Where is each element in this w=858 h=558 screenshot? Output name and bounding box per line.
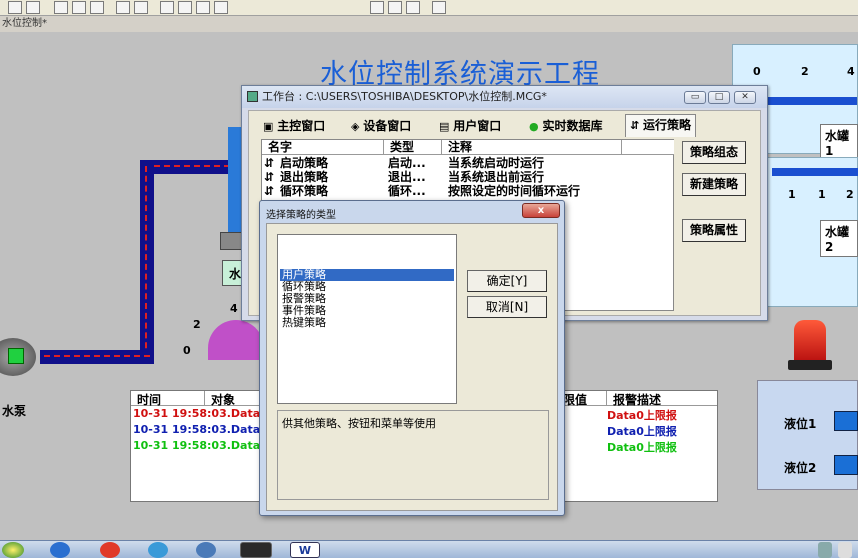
- dial-tick: 4: [230, 302, 238, 315]
- ok-button[interactable]: 确定[Y]: [467, 270, 547, 292]
- preview-icon[interactable]: [26, 1, 40, 14]
- alarm-lamp-icon: [794, 320, 826, 362]
- browser-icon[interactable]: [196, 542, 216, 558]
- cancel-button[interactable]: 取消[N]: [467, 296, 547, 318]
- gauge-tick: 1: [818, 188, 826, 201]
- dialog-close-button[interactable]: x: [522, 203, 560, 218]
- tab-main-window[interactable]: ▣ 主控窗口: [259, 116, 329, 136]
- alarm-row-desc: Data0上限报: [607, 441, 677, 454]
- alarm-row-desc: Data0上限报: [607, 409, 677, 422]
- alarm-row-time: 10-31 19:58:03.Data0: [133, 407, 268, 420]
- pump-icon[interactable]: [0, 332, 44, 380]
- tank1-label: 水罐1: [820, 124, 858, 161]
- strategy-icon: ⇵: [264, 170, 275, 184]
- level1-label: 液位1: [784, 417, 817, 431]
- list-icon[interactable]: [196, 1, 210, 14]
- app-icon: [247, 91, 258, 102]
- workbench-title: 工作台 : C:\USERS\TOSHIBA\DESKTOP\水位控制.MCG*: [262, 90, 547, 103]
- level-bar: [772, 168, 858, 176]
- app-icon[interactable]: [148, 542, 168, 558]
- grid-icon[interactable]: [214, 1, 228, 14]
- close-button[interactable]: ✕: [734, 91, 756, 104]
- tray-icon[interactable]: [838, 542, 852, 558]
- level2-label: 液位2: [784, 461, 817, 475]
- dialog-body: 用户策略 循环策略 报警策略 事件策略 热键策略 确定[Y] 取消[N] 供其他…: [266, 223, 558, 511]
- check-icon[interactable]: [388, 1, 402, 14]
- level1-input[interactable]: [834, 411, 858, 431]
- gauge-tick: 2: [801, 65, 809, 78]
- table-icon[interactable]: [406, 1, 420, 14]
- search-app-icon[interactable]: [50, 542, 70, 558]
- undo-icon[interactable]: [116, 1, 130, 14]
- document-tab[interactable]: 水位控制*: [0, 16, 858, 32]
- alarm-row-time: 10-31 19:58:03.Data0: [133, 423, 268, 436]
- level-panel: 液位1 液位2: [757, 380, 858, 490]
- media-player-icon[interactable]: [100, 542, 120, 558]
- print-icon[interactable]: [8, 1, 22, 14]
- word-icon[interactable]: W: [290, 542, 320, 558]
- toolbar: [0, 0, 858, 16]
- strategy-icon: ⇵: [630, 119, 644, 132]
- alarm-row-time: 10-31 19:58:03.Data0: [133, 439, 268, 452]
- col-note[interactable]: 注释: [442, 140, 622, 155]
- gauge-tick: 0: [753, 65, 761, 78]
- taskbar: W: [0, 540, 858, 558]
- cut-icon[interactable]: [54, 1, 68, 14]
- tab-user-window[interactable]: ▤ 用户窗口: [435, 116, 505, 136]
- strategy-properties-button[interactable]: 策略属性: [682, 219, 746, 242]
- list-item[interactable]: 热键策略: [280, 317, 454, 329]
- lamp-base: [788, 360, 832, 370]
- tray-icon[interactable]: [818, 542, 832, 558]
- align-icon[interactable]: [160, 1, 174, 14]
- col-name[interactable]: 名字: [262, 140, 384, 155]
- dial-tick: 0: [183, 344, 191, 357]
- tab-device-window[interactable]: ◈ 设备窗口: [347, 116, 415, 136]
- tank2-label: 水罐2: [820, 220, 858, 257]
- mcgs-app-icon[interactable]: [240, 542, 272, 558]
- strategy-config-button[interactable]: 策略组态: [682, 141, 746, 164]
- dialog-title: 选择策略的类型: [266, 210, 336, 221]
- database-icon: ●: [529, 120, 543, 133]
- tab-realtime-db[interactable]: ● 实时数据库: [525, 116, 606, 136]
- dial-gauge: [208, 320, 264, 360]
- col-blank: [622, 140, 674, 155]
- strategy-description: 供其他策略、按钮和菜单等使用: [277, 410, 549, 500]
- level2-input[interactable]: [834, 455, 858, 475]
- col-type[interactable]: 类型: [384, 140, 442, 155]
- pipe-bottom: [40, 350, 154, 364]
- user-window-icon: ▤: [439, 120, 454, 133]
- minimize-button[interactable]: ▭: [684, 91, 706, 104]
- start-button-icon[interactable]: [2, 542, 24, 558]
- redo-icon[interactable]: [134, 1, 148, 14]
- strategy-icon: ⇵: [264, 184, 275, 198]
- maximize-button[interactable]: □: [708, 91, 730, 104]
- copy-icon[interactable]: [72, 1, 86, 14]
- tab-run-strategy[interactable]: ⇵ 运行策略: [625, 114, 697, 137]
- alarm-col-time: 时间: [131, 391, 205, 407]
- strategy-type-dialog: 选择策略的类型 x 用户策略 循环策略 报警策略 事件策略 热键策略 确定[Y]…: [259, 200, 565, 516]
- pipe-vertical: [140, 160, 154, 364]
- paste-icon[interactable]: [90, 1, 104, 14]
- alarm-col-object: 对象: [205, 391, 261, 407]
- alarm-col-desc: 报警描述: [607, 391, 717, 407]
- dial-tick: 2: [193, 318, 201, 331]
- strategy-type-list[interactable]: 用户策略 循环策略 报警策略 事件策略 热键策略: [277, 234, 457, 404]
- gauge-tick: 1: [788, 188, 796, 201]
- alarm-row-desc: Data0上限报: [607, 425, 677, 438]
- help-icon[interactable]: [432, 1, 446, 14]
- level-bar: [755, 97, 857, 105]
- group-icon[interactable]: [178, 1, 192, 14]
- gauge-tick: 2: [846, 188, 854, 201]
- window-icon: ▣: [263, 120, 278, 133]
- strategy-icon: ⇵: [264, 156, 275, 170]
- properties-icon[interactable]: [370, 1, 384, 14]
- new-strategy-button[interactable]: 新建策略: [682, 173, 746, 196]
- gauge-tick: 4: [847, 65, 855, 78]
- device-icon: ◈: [351, 120, 364, 133]
- pump-label: 水泵: [2, 404, 27, 418]
